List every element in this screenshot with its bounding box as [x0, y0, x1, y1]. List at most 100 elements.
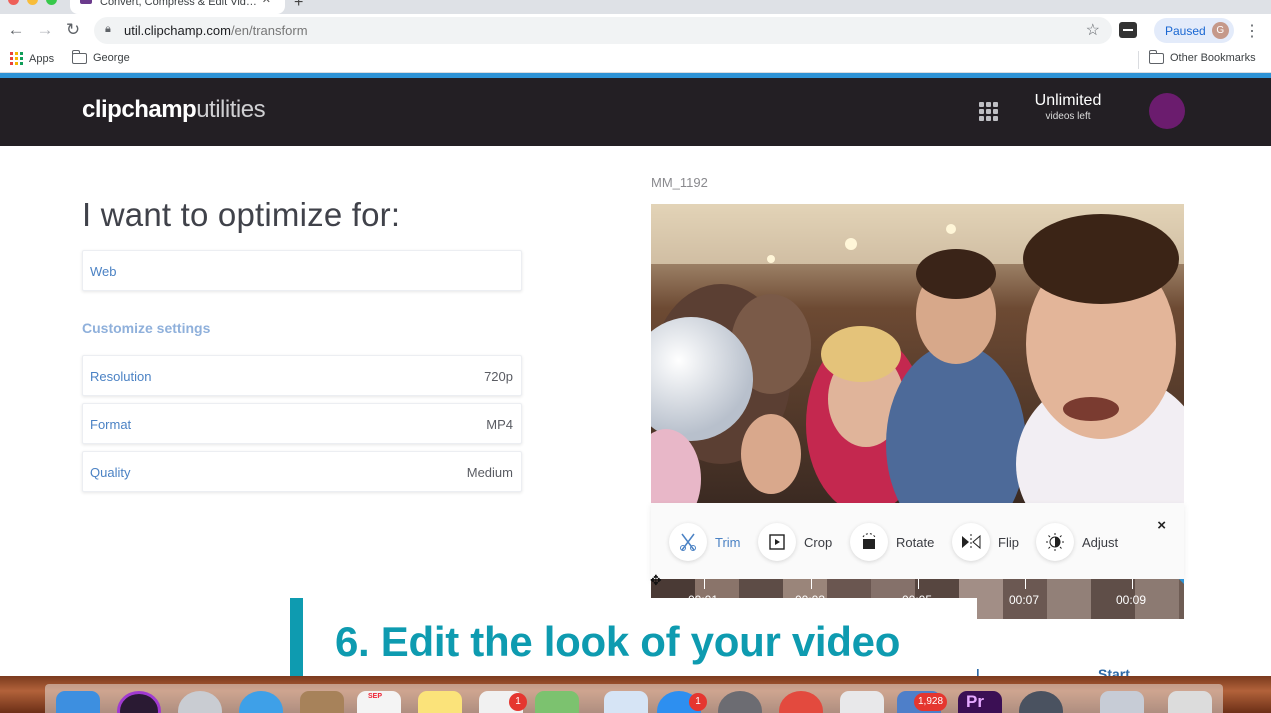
apps-grid-icon — [10, 52, 23, 65]
forward-arrow-icon[interactable]: → — [35, 20, 55, 40]
video-filename: MM_1192 — [651, 175, 708, 190]
downloads-folder-icon[interactable] — [1100, 691, 1144, 713]
reminders-badge: 1 — [509, 693, 527, 711]
flip-label: Flip — [998, 534, 1019, 550]
bookmark-george-label: George — [93, 52, 130, 64]
calendar-icon[interactable]: SEP — [357, 691, 401, 713]
app-header: clipchamputilities Unlimited videos left — [0, 78, 1271, 146]
address-bar[interactable]: 🔒︎ util.clipchamp.com/en/transform ☆ — [94, 17, 1112, 44]
logo-light: utilities — [196, 96, 266, 123]
calendar-month: SEP — [368, 693, 383, 700]
url-domain: util.clipchamp.com — [124, 23, 231, 38]
timeline-tick — [811, 579, 812, 589]
trim-label: Trim — [715, 534, 741, 550]
plan-status: Unlimited videos left — [1018, 92, 1118, 122]
app-grid-icon[interactable] — [979, 102, 998, 121]
macos-dock: SEP Pr 1 1 1,928 — [0, 676, 1271, 713]
bookmark-other-label: Other Bookmarks — [1170, 52, 1256, 64]
adjust-label: Adjust — [1082, 534, 1119, 550]
crop-tool[interactable]: Crop — [758, 523, 832, 561]
rotate-label: Rotate — [896, 534, 935, 550]
mail-badge: 1,928 — [914, 693, 948, 711]
trim-tool[interactable]: Trim — [669, 523, 741, 561]
format-select[interactable]: Format MP4 — [82, 403, 522, 444]
browser-tab[interactable]: Convert, Compress & Edit Vid… ✕ — [70, 0, 285, 14]
preview-icon[interactable] — [840, 691, 884, 713]
edit-tools-bar: Trim Crop Rotate Flip Adjust × — [651, 503, 1184, 579]
browser-menu-icon[interactable]: ⋮ — [1244, 21, 1260, 41]
premiere-icon[interactable]: Pr — [958, 691, 1002, 713]
app-store-badge: 1 — [689, 693, 707, 711]
customize-settings-toggle[interactable]: Customize settings — [82, 320, 210, 336]
brightness-icon — [1036, 523, 1074, 561]
flip-icon — [952, 523, 990, 561]
video-frame-image — [651, 204, 1184, 503]
maps-icon[interactable] — [535, 691, 579, 713]
bookmarks-bar: Apps George Other Bookmarks — [0, 47, 1271, 73]
page-title: I want to optimize for: — [82, 196, 401, 233]
move-cursor-icon: ✥ — [650, 572, 662, 588]
bookmarks-divider — [1138, 51, 1139, 69]
timeline-tick — [1132, 579, 1133, 589]
browser-toolbar: ← → ↻ 🔒︎ util.clipchamp.com/en/transform… — [0, 14, 1271, 47]
photos-icon[interactable] — [604, 691, 648, 713]
zoom-window-icon[interactable] — [46, 0, 57, 5]
adjust-tool[interactable]: Adjust — [1036, 523, 1118, 561]
close-window-icon[interactable] — [8, 0, 19, 5]
crop-label: Crop — [804, 534, 833, 550]
screen: Convert, Compress & Edit Vid… ✕ + ← → ↻ … — [0, 0, 1271, 713]
user-avatar[interactable] — [1149, 93, 1185, 129]
flip-tool[interactable]: Flip — [952, 523, 1019, 561]
url-path: /en/transform — [230, 23, 308, 38]
extension-icon[interactable] — [1119, 22, 1137, 38]
timeline-label: 00:07 — [1009, 593, 1040, 607]
resolution-value: 720p — [484, 369, 513, 384]
lock-icon: 🔒︎ — [105, 23, 111, 35]
timeline-label: 00:09 — [1116, 593, 1147, 607]
video-preview[interactable] — [651, 204, 1184, 503]
new-tab-icon[interactable]: + — [294, 0, 303, 12]
notes-icon[interactable] — [418, 691, 462, 713]
tab-title: Convert, Compress & Edit Vid… — [100, 0, 257, 8]
paused-label: Paused — [1165, 24, 1206, 38]
caption-text: 6. Edit the look of your video — [335, 618, 901, 665]
profile-paused-button[interactable]: Paused G — [1154, 18, 1234, 43]
contacts-icon[interactable] — [300, 691, 344, 713]
bookmark-apps[interactable]: Apps — [10, 52, 54, 65]
rotate-icon — [850, 523, 888, 561]
profile-avatar: G — [1211, 22, 1229, 39]
clipchamp-logo[interactable]: clipchamputilities — [82, 96, 266, 124]
minimize-window-icon[interactable] — [27, 0, 38, 5]
optimize-target-select[interactable]: Web — [82, 250, 522, 291]
timeline-tick — [704, 579, 705, 589]
back-arrow-icon[interactable]: ← — [6, 20, 26, 40]
timeline-tick — [918, 579, 919, 589]
plan-subtitle: videos left — [1045, 111, 1091, 122]
folder-icon — [1148, 49, 1164, 64]
crop-icon — [758, 523, 796, 561]
scissors-icon — [669, 523, 707, 561]
rotate-tool[interactable]: Rotate — [850, 523, 934, 561]
timeline-tick — [1025, 579, 1026, 589]
main-content: I want to optimize for: Web Customize se… — [0, 146, 1271, 682]
bookmark-other[interactable]: Other Bookmarks — [1148, 49, 1256, 64]
finder-icon[interactable] — [56, 691, 100, 713]
format-label: Format — [90, 417, 132, 432]
reload-icon[interactable]: ↻ — [63, 20, 83, 40]
resolution-select[interactable]: Resolution 720p — [82, 355, 522, 396]
browser-tabstrip: Convert, Compress & Edit Vid… ✕ + — [0, 0, 1271, 14]
premiere-glyph-icon: Pr — [966, 692, 984, 711]
plan-title: Unlimited — [1034, 92, 1102, 109]
bookmark-star-icon[interactable]: ☆ — [1086, 20, 1100, 40]
close-tab-icon[interactable]: ✕ — [262, 0, 271, 6]
trash-icon[interactable] — [1168, 691, 1212, 713]
timeline-frame — [1047, 579, 1091, 619]
bookmark-george[interactable]: George — [71, 49, 130, 64]
close-editor-button[interactable]: × — [1157, 517, 1166, 534]
timeline-end-handle[interactable] — [1175, 579, 1184, 584]
quality-select[interactable]: Quality Medium — [82, 451, 522, 492]
folder-icon — [71, 49, 87, 64]
optimize-target-value: Web — [90, 264, 117, 279]
quality-value: Medium — [466, 465, 513, 480]
bookmark-apps-label: Apps — [29, 52, 55, 65]
